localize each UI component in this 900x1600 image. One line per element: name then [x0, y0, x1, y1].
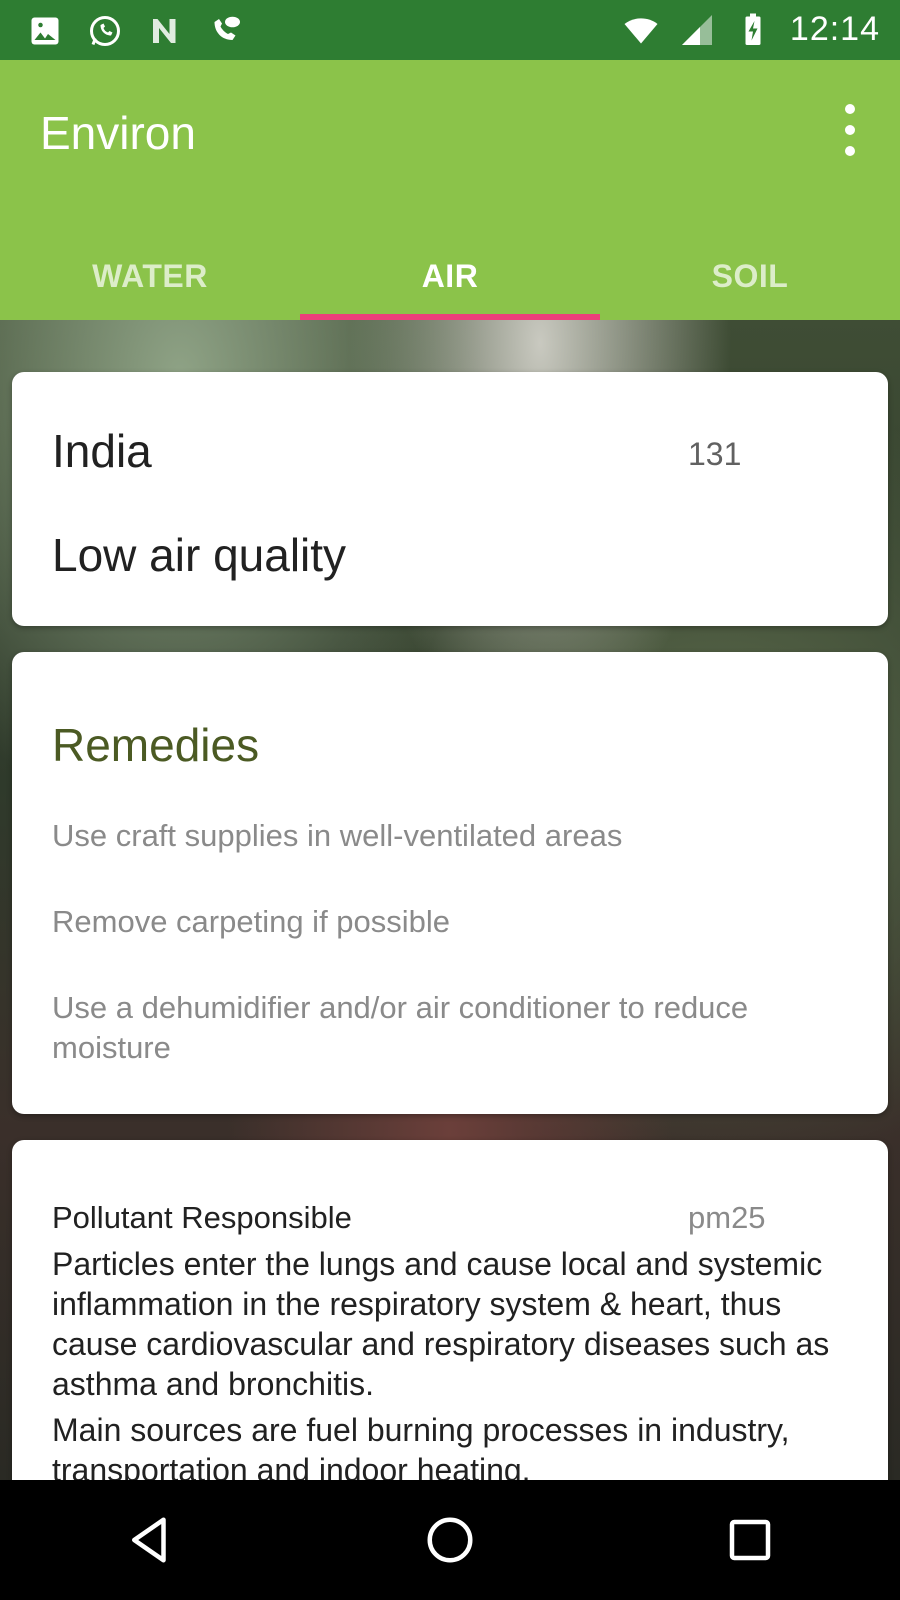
remedies-title: Remedies: [52, 719, 260, 771]
app-bar: Environ WATER AIR SOIL: [0, 60, 900, 320]
remedy-item: Use a dehumidifier and/or air conditione…: [52, 990, 749, 1065]
home-button[interactable]: [410, 1500, 490, 1580]
tab-label: AIR: [421, 258, 479, 294]
voicemail-chat-icon: [206, 12, 244, 50]
whatsapp-icon: [86, 12, 124, 50]
tab-soil[interactable]: SOIL: [600, 240, 900, 320]
remedies-card: Remedies Use craft supplies in well-vent…: [12, 652, 888, 1114]
aqi-value: 131: [688, 436, 742, 472]
tab-water[interactable]: WATER: [0, 240, 300, 320]
remedy-item: Use craft supplies in well-ventilated ar…: [52, 818, 623, 853]
content-scroll-area[interactable]: India 131 Low air quality Remedies Use c…: [0, 320, 900, 1480]
system-icons: 12:14: [622, 10, 880, 49]
pollutant-description: Particles enter the lungs and cause loca…: [52, 1246, 830, 1402]
overflow-dot: [845, 125, 855, 135]
signal-icon: [678, 11, 716, 49]
app-title: Environ: [40, 107, 196, 159]
home-icon: [427, 1517, 473, 1563]
recents-icon: [729, 1519, 771, 1561]
air-quality-status: Low air quality: [52, 529, 347, 581]
country-name: India: [52, 425, 152, 477]
battery-charging-icon: [734, 11, 772, 49]
tab-air[interactable]: AIR: [300, 240, 600, 320]
clock: 12:14: [789, 10, 880, 48]
overflow-dot: [845, 104, 855, 114]
notification-icons: [26, 12, 244, 50]
wifi-icon: [622, 11, 660, 49]
remedy-item: Remove carpeting if possible: [52, 904, 451, 939]
recents-button[interactable]: [710, 1500, 790, 1580]
pollutant-value: pm25: [688, 1200, 766, 1235]
pollutant-card: Pollutant Responsible pm25 Particles ent…: [12, 1140, 888, 1480]
location-card: India 131 Low air quality: [12, 372, 888, 626]
back-button[interactable]: [110, 1500, 190, 1580]
tab-bar: WATER AIR SOIL: [0, 240, 900, 320]
tab-label: WATER: [92, 258, 208, 294]
n-icon: [146, 12, 184, 50]
tab-label: SOIL: [711, 258, 789, 294]
overflow-dot: [845, 146, 855, 156]
pollutant-label: Pollutant Responsible: [52, 1200, 352, 1235]
navigation-bar: [0, 1480, 900, 1600]
image-icon: [26, 12, 64, 50]
overflow-menu-button[interactable]: [830, 104, 870, 156]
pollutant-sources: Main sources are fuel burning processes …: [52, 1412, 790, 1480]
status-bar: 12:14: [0, 0, 900, 60]
back-icon: [132, 1517, 166, 1563]
